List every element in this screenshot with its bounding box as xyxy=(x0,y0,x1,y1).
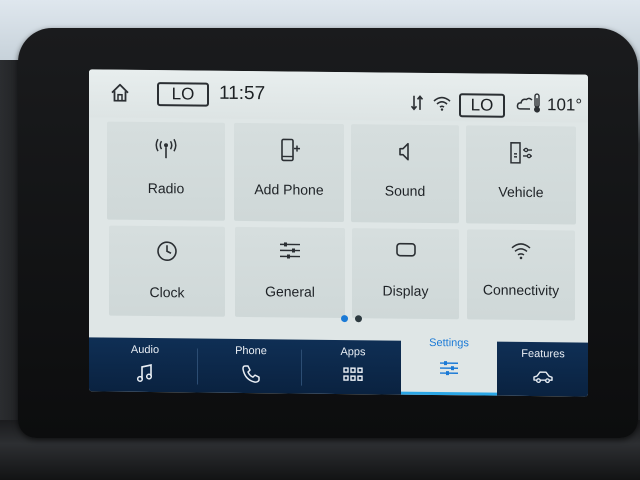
page-indicator[interactable] xyxy=(341,315,371,325)
passenger-temp-button[interactable]: LO xyxy=(459,93,505,118)
nav-apps[interactable]: Apps xyxy=(309,340,397,395)
weather-thermometer-icon xyxy=(516,93,540,113)
vehicle-settings-icon xyxy=(510,142,532,164)
nav-label: Settings xyxy=(429,336,469,350)
status-bar: LO 11:57 LO 101° xyxy=(89,69,588,123)
tile-label: Sound xyxy=(384,182,426,199)
nav-label: Features xyxy=(521,347,565,361)
tile-label: Display xyxy=(382,282,429,299)
speaker-icon xyxy=(399,142,409,161)
tile-add-phone[interactable]: Add Phone xyxy=(234,122,344,223)
page-dot[interactable] xyxy=(355,315,362,323)
nav-label: Phone xyxy=(235,344,267,358)
tile-label: Add Phone xyxy=(254,181,324,198)
phone-handset-icon xyxy=(242,365,260,383)
settings-sliders-icon xyxy=(440,361,458,376)
tile-sound[interactable]: Sound xyxy=(351,124,459,224)
tile-general[interactable]: General xyxy=(235,226,345,319)
wifi-icon xyxy=(433,96,451,111)
tile-label: General xyxy=(265,283,315,300)
tile-label: Connectivity xyxy=(482,281,560,299)
sort-icon xyxy=(410,95,424,111)
nav-divider xyxy=(197,348,198,385)
wifi-icon xyxy=(511,243,531,260)
tile-radio[interactable]: Radio xyxy=(107,121,225,221)
music-note-icon xyxy=(136,364,153,382)
tile-label: Clock xyxy=(149,284,185,301)
tile-display[interactable]: Display xyxy=(352,228,459,320)
nav-divider xyxy=(301,349,302,386)
home-icon[interactable] xyxy=(109,82,131,104)
nav-settings[interactable]: Settings xyxy=(401,330,497,396)
tile-label: Radio xyxy=(147,180,185,197)
clock-icon xyxy=(157,241,177,262)
page-dot-active[interactable] xyxy=(341,315,348,323)
apps-grid-icon xyxy=(343,367,363,381)
tile-clock[interactable]: Clock xyxy=(109,225,225,317)
display-icon xyxy=(395,242,416,257)
driver-temp-button[interactable]: LO xyxy=(157,82,209,107)
tile-vehicle[interactable]: Vehicle xyxy=(466,125,576,225)
nav-label: Audio xyxy=(130,343,160,357)
infotainment-screen: LO 11:57 LO 101° Radio Add Phone Sound V… xyxy=(89,69,588,397)
nav-label: Apps xyxy=(340,346,366,359)
time-display: 11:57 xyxy=(219,82,266,105)
outside-temperature: 101° xyxy=(547,95,583,115)
add-phone-icon xyxy=(281,138,300,162)
nav-audio[interactable]: Audio xyxy=(103,338,187,393)
car-icon xyxy=(533,371,553,384)
bottom-nav-bar: Audio Phone Apps Settings Features xyxy=(89,330,588,397)
nav-features[interactable]: Features xyxy=(501,342,585,397)
antenna-icon xyxy=(155,138,177,159)
tile-connectivity[interactable]: Connectivity xyxy=(467,229,575,321)
sliders-icon xyxy=(280,242,300,259)
nav-phone[interactable]: Phone xyxy=(207,339,295,394)
tile-label: Vehicle xyxy=(498,183,544,201)
